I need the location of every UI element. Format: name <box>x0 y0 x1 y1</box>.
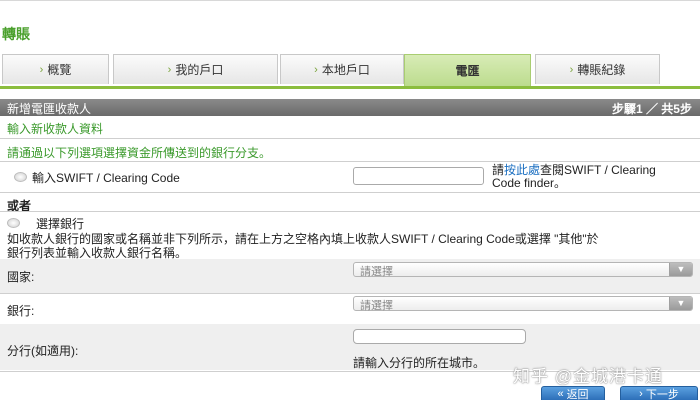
bank-select[interactable]: 請選擇 ▼ <box>353 296 693 312</box>
tab-bar: › 概覽 › 我的戶口 › 本地戶口 電匯 › 轉賬紀錄 <box>0 54 700 89</box>
country-label: 國家: <box>7 270 35 284</box>
step-indicator: 步驟1 ／ 共5步 <box>611 102 692 116</box>
back-button-label: 返回 <box>566 388 589 401</box>
chevron-right-icon: › <box>569 63 574 76</box>
tab-local-accounts[interactable]: › 本地戶口 <box>280 54 404 84</box>
radio-swift[interactable] <box>14 172 27 182</box>
next-button[interactable]: › 下一步 <box>620 386 698 401</box>
double-chevron-left-icon: « <box>557 387 564 400</box>
instruction-text: 請通過以下列選項選擇資金所傳送到的銀行分支。 <box>7 146 272 160</box>
branch-hint: 請輸入分行的所在城市。 <box>353 356 486 370</box>
country-select-value: 請選擇 <box>360 266 393 278</box>
divider <box>0 161 700 162</box>
bank-select-value: 請選擇 <box>360 300 393 312</box>
divider <box>0 138 700 139</box>
tab-label: 電匯 <box>455 64 480 78</box>
tab-label: 本地戶口 <box>321 63 370 77</box>
radio-swift-label: 輸入SWIFT / Clearing Code <box>32 171 180 185</box>
tab-overview[interactable]: › 概覽 <box>2 54 109 84</box>
help-prefix: 請 <box>492 163 505 177</box>
chevron-down-icon: ▼ <box>669 263 692 276</box>
chevron-right-icon: › <box>167 63 172 76</box>
tab-my-accounts[interactable]: › 我的戶口 <box>113 54 278 84</box>
chevron-right-icon: › <box>39 63 44 76</box>
country-select[interactable]: 請選擇 ▼ <box>353 262 693 278</box>
page-title: 轉賬 <box>2 26 30 42</box>
watermark: 知乎 @金城港卡通 <box>513 367 663 386</box>
tab-label: 轉賬紀錄 <box>577 63 626 77</box>
help-suffix-2: Code finder。 <box>492 176 567 190</box>
swift-help-text: 請按此處查閱SWIFT / Clearing Code finder。 <box>492 164 656 190</box>
divider <box>0 293 700 294</box>
branch-label: 分行(如適用): <box>7 344 79 358</box>
chevron-right-icon: › <box>639 387 643 400</box>
tab-transfer-history[interactable]: › 轉賬紀錄 <box>535 54 660 84</box>
chevron-right-icon: › <box>314 63 318 76</box>
section-title: 輸入新收款人資料 <box>7 122 104 136</box>
tab-label: 我的戶口 <box>175 63 224 77</box>
help-suffix: 查閱SWIFT / Clearing <box>540 163 656 177</box>
divider <box>0 211 700 212</box>
divider <box>0 192 700 193</box>
back-button[interactable]: « 返回 <box>541 386 605 401</box>
next-button-label: 下一步 <box>645 388 679 401</box>
swift-code-input[interactable] <box>353 167 484 185</box>
chevron-down-icon: ▼ <box>669 297 692 310</box>
branch-input[interactable] <box>353 329 526 344</box>
tab-telegraphic-transfer[interactable]: 電匯 <box>404 54 531 86</box>
step-bar-title: 新增電匯收款人 <box>7 102 92 116</box>
step-bar: 新增電匯收款人 步驟1 ／ 共5步 <box>0 99 700 116</box>
tab-label: 概覽 <box>47 63 72 77</box>
click-here-link[interactable]: 按此處 <box>504 163 540 177</box>
bank-label: 銀行: <box>7 304 35 318</box>
top-border <box>0 0 700 1</box>
radio-select-bank[interactable] <box>7 218 20 228</box>
